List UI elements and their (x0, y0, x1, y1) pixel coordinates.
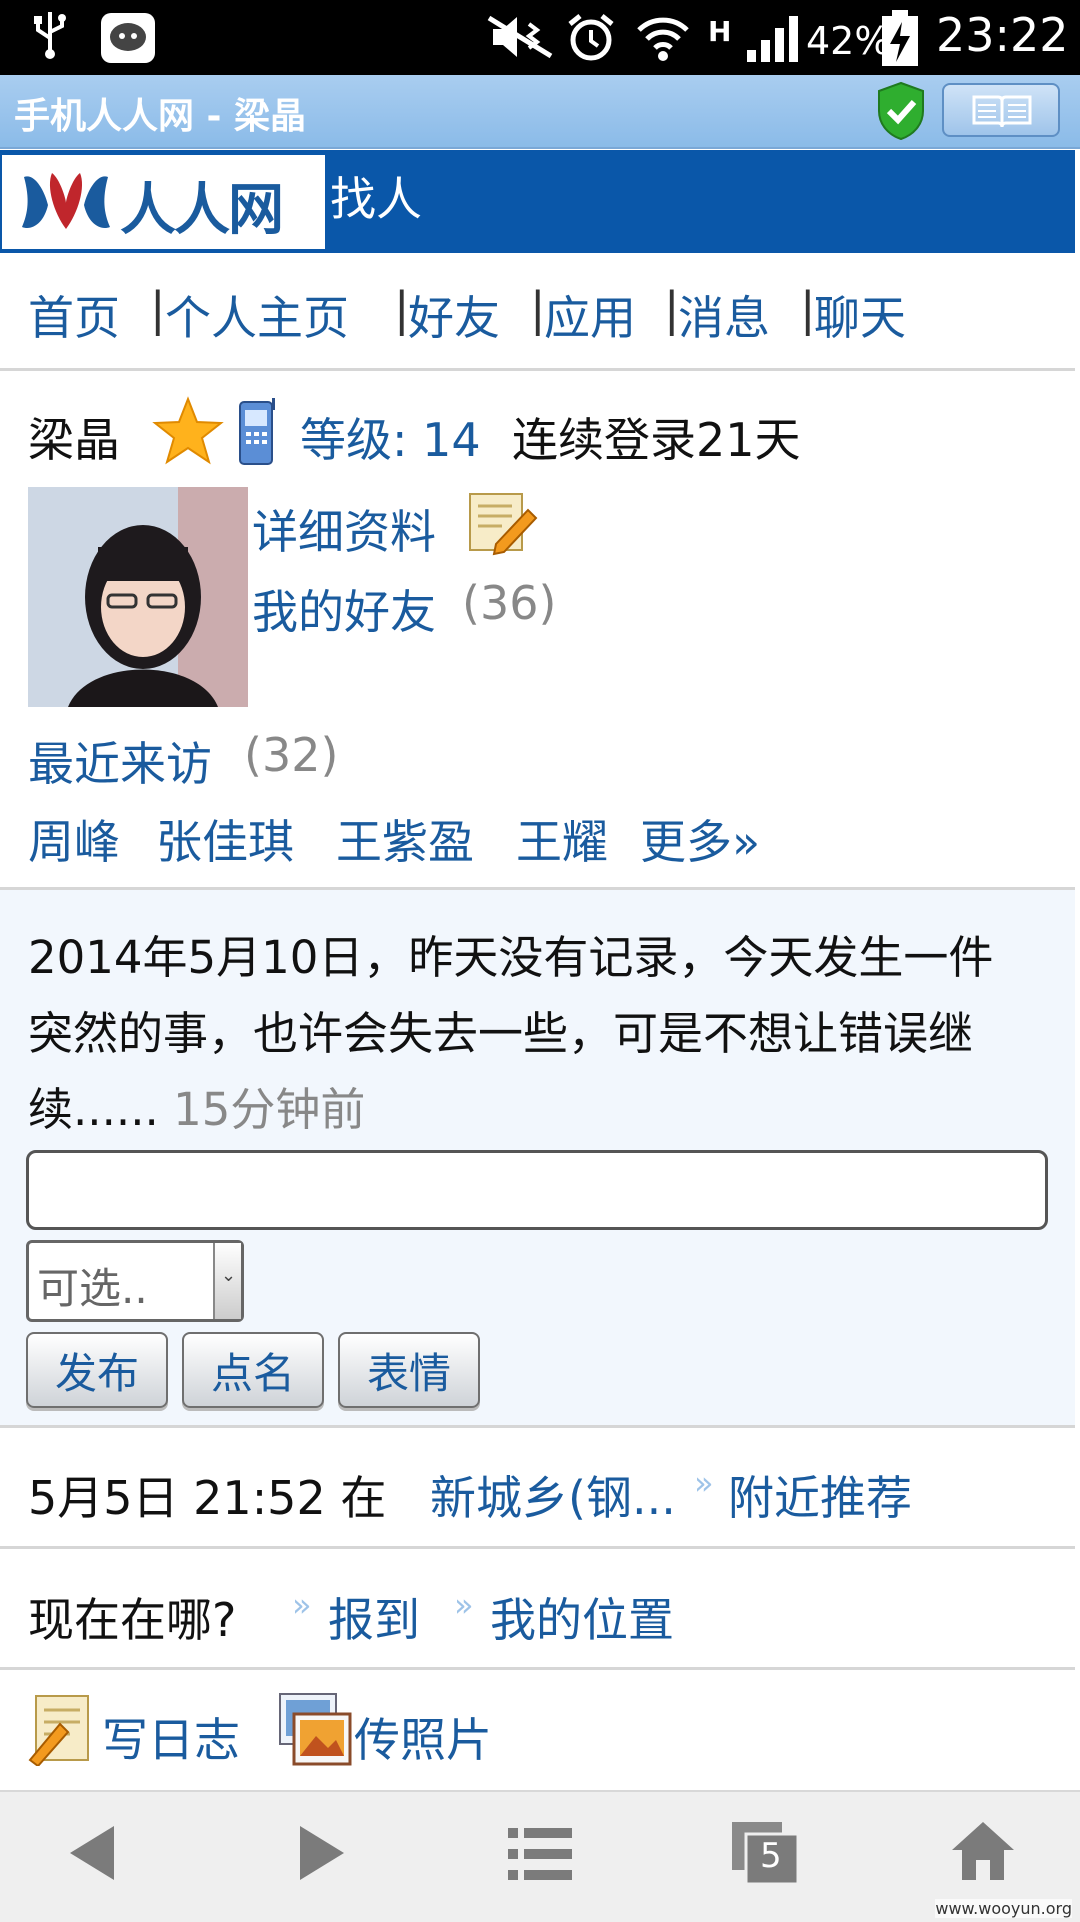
chevron-down-icon: ⌄ (213, 1243, 241, 1319)
logo-text: 人人网 (120, 178, 284, 243)
location-question: 现在在哪? (28, 1593, 237, 1647)
network-type-label: H (708, 15, 732, 48)
nav-apps[interactable]: 应用 (544, 282, 636, 348)
write-diary-link[interactable]: 写日志 (102, 1704, 240, 1770)
friends-count: (36) (462, 576, 557, 630)
status-time-ago: 15分钟前 (173, 1083, 366, 1136)
book-icon (970, 93, 1034, 133)
nav-chat[interactable]: 聊天 (814, 282, 906, 348)
reader-mode-button[interactable] (942, 83, 1060, 137)
battery-charging-icon (880, 10, 920, 83)
wifi-icon (635, 12, 691, 79)
double-chevron-icon: » (292, 1586, 312, 1624)
visitor-link[interactable]: 王耀 (516, 806, 608, 872)
divider (0, 1667, 1075, 1670)
battery-percent: 42% (806, 19, 891, 63)
avatar[interactable] (28, 487, 248, 707)
usb-icon (30, 10, 70, 75)
my-location-link[interactable]: 我的位置 (490, 1584, 674, 1650)
renren-logo-icon (16, 169, 116, 239)
nearby-recommend-link[interactable]: 附近推荐 (728, 1462, 912, 1528)
chat-app-icon (100, 12, 156, 79)
nav-separator: | (150, 282, 166, 336)
divider (0, 1546, 1075, 1549)
browser-bottom-bar: 5 (0, 1790, 1080, 1922)
recent-visitors-link[interactable]: 最近来访 (28, 728, 212, 794)
back-icon[interactable] (66, 1822, 118, 1888)
upload-photo-link[interactable]: 传照片 (354, 1704, 492, 1770)
nav-home[interactable]: 首页 (28, 282, 120, 348)
browser-title-bar: 手机人人网 - 梁晶 (0, 75, 1080, 149)
login-streak: 连续登录21天 (512, 413, 801, 467)
checkin-link[interactable]: 报到 (328, 1584, 420, 1650)
mute-icon (485, 14, 555, 75)
page-title: 手机人人网 - 梁晶 (14, 96, 307, 137)
nav-profile[interactable]: 个人主页 (165, 282, 349, 348)
status-text: 2014年5月10日，昨天没有记录，今天发生一件突然的事，也许会失去一些，可是不… (28, 920, 1028, 1148)
edit-icon[interactable] (466, 488, 538, 562)
checkin-place-link[interactable]: 新城乡(钢... (430, 1462, 676, 1528)
visitor-link[interactable]: 周峰 (28, 806, 120, 872)
privacy-select[interactable]: 可选.. ⌄ (26, 1240, 244, 1322)
visitors-count: (32) (244, 728, 339, 782)
checkin-date: 5月5日 21:52 在 (28, 1471, 387, 1525)
clock: 23:22 (936, 8, 1069, 62)
header-title: 找人 (330, 172, 422, 226)
forward-icon[interactable] (296, 1822, 348, 1888)
more-visitors-link[interactable]: 更多» (640, 806, 760, 872)
status-input[interactable] (26, 1150, 1048, 1230)
nav-messages[interactable]: 消息 (678, 282, 770, 348)
emoji-button[interactable]: 表情 (338, 1332, 480, 1408)
details-link[interactable]: 详细资料 (252, 496, 436, 562)
visitor-link[interactable]: 张佳琪 (156, 806, 294, 872)
mention-button[interactable]: 点名 (182, 1332, 324, 1408)
alarm-icon (565, 12, 617, 79)
write-diary-icon[interactable] (26, 1692, 96, 1770)
tabs-button[interactable]: 5 (730, 1820, 800, 1886)
divider (0, 368, 1075, 371)
watermark: www.wooyun.org (935, 1899, 1072, 1918)
privacy-select-value: 可选.. (37, 1264, 148, 1313)
double-chevron-icon: » (694, 1464, 714, 1502)
upload-photo-icon[interactable] (278, 1692, 352, 1770)
status-bar: H 42% 23:22 (0, 0, 1080, 75)
divider (0, 1425, 1075, 1428)
signal-icon (745, 12, 803, 79)
nav-friends[interactable]: 好友 (408, 282, 500, 348)
visitor-link[interactable]: 王紫盈 (336, 806, 474, 872)
security-shield-icon[interactable] (875, 81, 927, 145)
profile-name: 梁晶 (28, 413, 120, 467)
menu-list-icon[interactable] (508, 1826, 572, 1886)
tabs-count: 5 (760, 1836, 782, 1876)
star-icon[interactable] (152, 396, 224, 470)
publish-button[interactable]: 发布 (26, 1332, 168, 1408)
my-friends-link[interactable]: 我的好友 (252, 576, 436, 642)
double-chevron-icon: » (454, 1586, 474, 1624)
mobile-phone-icon (236, 398, 278, 472)
home-icon[interactable] (950, 1820, 1016, 1886)
level-link[interactable]: 等级: 14 (300, 404, 481, 470)
